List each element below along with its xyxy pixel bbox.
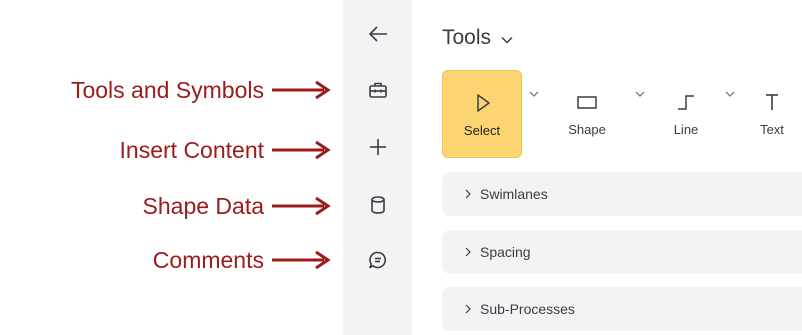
line-elbow-icon xyxy=(678,94,694,110)
section-swimlanes[interactable]: Swimlanes xyxy=(442,172,802,216)
select-tool-button[interactable]: Select xyxy=(442,70,522,158)
red-arrow-icon xyxy=(272,250,331,270)
text-tool-label: Text xyxy=(760,121,784,137)
red-arrow-icon xyxy=(272,196,331,216)
chevron-down-icon[interactable] xyxy=(634,88,646,100)
rectangle-icon xyxy=(577,95,597,109)
tools-panel: Tools Select Shape Line Text Swimlanes S… xyxy=(412,0,802,335)
shape-tool-button[interactable]: Shape xyxy=(548,70,626,156)
chevron-right-icon xyxy=(465,189,471,199)
annotation-shape-data: Shape Data xyxy=(0,190,336,222)
icon-rail xyxy=(343,0,412,335)
tool-toolbar: Select Shape Line Text xyxy=(442,70,802,158)
back-button[interactable] xyxy=(343,14,412,54)
tools-and-symbols-button[interactable] xyxy=(343,70,412,110)
pointer-icon xyxy=(477,93,490,112)
toolbox-icon xyxy=(368,82,387,98)
comment-icon xyxy=(368,251,386,269)
chevron-right-icon xyxy=(465,247,471,257)
chevron-right-icon xyxy=(465,304,471,314)
arrow-left-icon xyxy=(368,26,387,42)
red-arrow-icon xyxy=(272,80,331,100)
section-label: Sub-Processes xyxy=(480,301,575,317)
annotation-label: Comments xyxy=(152,246,264,273)
shape-data-button[interactable] xyxy=(343,185,412,225)
panel-title-dropdown[interactable]: Tools xyxy=(442,26,515,50)
section-sub-processes[interactable]: Sub-Processes xyxy=(442,287,802,331)
line-tool-button[interactable]: Line xyxy=(652,70,720,156)
line-tool-label: Line xyxy=(673,121,699,137)
chevron-down-icon xyxy=(501,36,513,44)
annotation-tools-and-symbols: Tools and Symbols xyxy=(0,74,336,106)
annotation-insert-content: Insert Content xyxy=(0,134,336,166)
text-icon xyxy=(766,93,778,110)
section-label: Spacing xyxy=(480,244,531,260)
insert-content-button[interactable] xyxy=(343,127,412,167)
chevron-down-icon[interactable] xyxy=(724,88,736,100)
select-tool-label: Select xyxy=(463,122,501,138)
red-arrow-icon xyxy=(272,140,331,160)
annotation-label: Insert Content xyxy=(119,136,264,163)
annotation-comments: Comments xyxy=(0,244,336,276)
section-label: Swimlanes xyxy=(480,186,548,202)
text-tool-button[interactable]: Text xyxy=(742,70,802,156)
shape-tool-label: Shape xyxy=(568,121,606,137)
annotation-label: Shape Data xyxy=(142,192,264,219)
plus-icon xyxy=(369,139,386,155)
annotation-label: Tools and Symbols xyxy=(70,76,264,103)
database-icon xyxy=(370,196,385,214)
panel-title: Tools xyxy=(442,26,492,49)
section-spacing[interactable]: Spacing xyxy=(442,230,802,274)
chevron-down-icon[interactable] xyxy=(528,88,540,100)
comments-button[interactable] xyxy=(343,240,412,280)
